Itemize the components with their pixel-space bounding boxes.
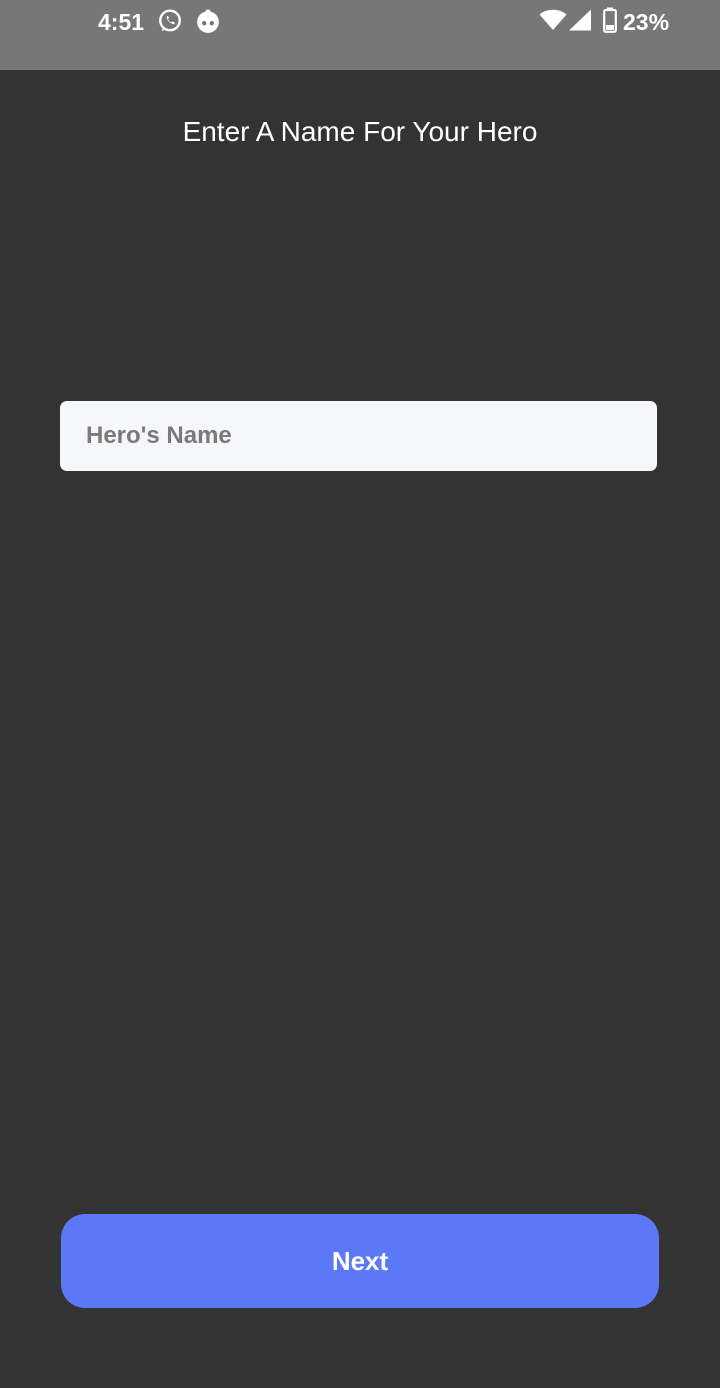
- battery-percent: 23%: [623, 9, 670, 35]
- cell-signal-icon: [569, 9, 591, 31]
- next-button[interactable]: Next: [61, 1214, 659, 1308]
- status-time: 4:51: [98, 9, 145, 35]
- app-notification-icon: [197, 9, 219, 33]
- hero-name-input[interactable]: [60, 401, 657, 471]
- hero-name-screen: 4:51 23% Enter A Name For Your Hero Next: [0, 0, 720, 1388]
- wifi-icon: [539, 9, 567, 31]
- status-bar: 4:51 23%: [0, 0, 720, 70]
- battery-icon: [603, 7, 617, 33]
- whatsapp-icon: [159, 9, 181, 32]
- page-title: Enter A Name For Your Hero: [182, 116, 538, 147]
